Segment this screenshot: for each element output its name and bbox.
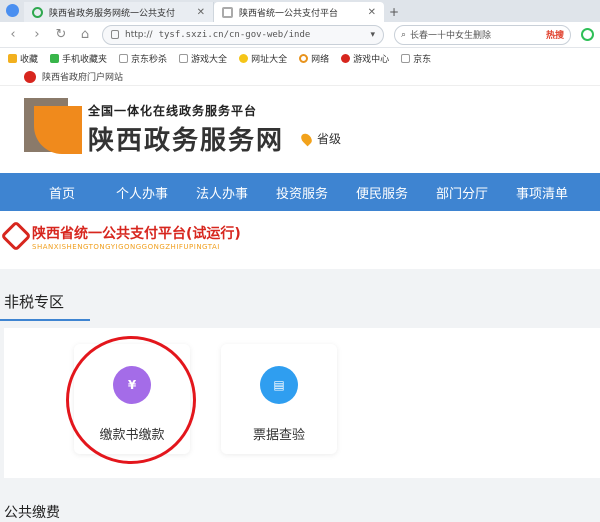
tab-favicon-icon [222, 6, 233, 18]
gov-portal-strip: 陕西省政府门户网站 [0, 68, 600, 86]
platform-logo-icon [0, 220, 32, 252]
bookmarks-bar: 收藏 手机收藏夹 京东秒杀 游戏大全 网址大全 网络 游戏中心 京东 [0, 48, 600, 68]
page-icon [119, 53, 129, 63]
nav-personal[interactable]: 个人办事 [102, 183, 182, 202]
page-icon [179, 53, 189, 63]
bookmark-item[interactable]: 手机收藏夹 [50, 52, 107, 65]
tab-title: 陕西省统一公共支付平台 [239, 8, 339, 19]
search-box[interactable]: ⌕ 长春一十中女生删除 热搜 [394, 24, 571, 45]
game-icon [341, 53, 351, 63]
platform-banner: 陕西省统一公共支付平台(试运行) SHANXISHENGTONGYIGONGGO… [0, 211, 600, 269]
nav-item-list[interactable]: 事项清单 [502, 183, 582, 202]
forward-icon[interactable]: › [30, 27, 44, 42]
nav-convenience[interactable]: 便民服务 [342, 183, 422, 202]
back-icon[interactable]: ‹ [6, 27, 20, 42]
site-header: 全国一体化在线政务服务平台 陕西政务服务网 省级 [0, 86, 600, 173]
bookmark-item[interactable]: 京东 [401, 52, 431, 65]
bookmark-item[interactable]: 游戏大全 [179, 52, 227, 65]
platform-pinyin: SHANXISHENGTONGYIGONGGONGZHIFUPINGTAI [32, 243, 220, 251]
new-tab-button[interactable]: + [384, 5, 404, 19]
site-logo[interactable] [24, 98, 82, 154]
section-title: 非税专区 [4, 292, 65, 311]
bookmark-item[interactable]: 网址大全 [239, 52, 287, 65]
location-label: 省级 [317, 132, 342, 146]
address-bar[interactable]: http:// tysf.sxzi.cn/cn-gov-web/inde ▾ [102, 24, 384, 45]
phone-icon [50, 53, 60, 63]
nav-investment[interactable]: 投资服务 [262, 183, 342, 202]
page-icon [401, 53, 411, 63]
bookmark-item[interactable]: 游戏中心 [341, 52, 389, 65]
main-nav: 首页 个人办事 法人办事 投资服务 便民服务 部门分厅 事项清单 [0, 173, 600, 211]
receipt-icon: ▤ [260, 366, 298, 404]
browser-tab-2[interactable]: 陕西省统一公共支付平台 ✕ [214, 2, 384, 22]
location-selector[interactable]: 省级 [299, 130, 342, 147]
browser-logo-icon [6, 4, 19, 17]
non-tax-section: 非税专区 ¥ 缴款书缴款 ▤ 票据查验 [0, 283, 600, 478]
nav-departments[interactable]: 部门分厅 [422, 183, 502, 202]
header-title: 陕西政务服务网 [88, 126, 285, 156]
reload-icon[interactable]: ↻ [54, 27, 68, 42]
close-icon[interactable]: ✕ [197, 7, 205, 18]
dropdown-icon[interactable]: ▾ [370, 30, 375, 40]
highlight-circle [66, 336, 196, 464]
gov-portal-link[interactable]: 陕西省政府门户网站 [42, 70, 123, 83]
browser-tab-1[interactable]: 陕西省政务服务网统一公共支付 ✕ [24, 2, 214, 22]
globe-icon [239, 53, 249, 63]
bookmark-item[interactable]: 收藏 [8, 52, 38, 65]
hot-search-label[interactable]: 热搜 [546, 28, 564, 41]
bookmark-item[interactable]: 京东秒杀 [119, 52, 167, 65]
browser-toolbar: ‹ › ↻ ⌂ http:// tysf.sxzi.cn/cn-gov-web/… [0, 22, 600, 48]
lock-icon [111, 30, 119, 39]
card-label: 票据查验 [252, 428, 305, 443]
nav-home[interactable]: 首页 [22, 183, 102, 202]
browser-tab-bar: 陕西省政务服务网统一公共支付 ✕ 陕西省统一公共支付平台 ✕ + [0, 0, 600, 22]
platform-title: 陕西省统一公共支付平台(试运行) [32, 226, 241, 242]
location-pin-icon [299, 131, 314, 146]
extension-icon[interactable] [581, 28, 594, 41]
url-scheme: http:// [125, 29, 153, 40]
tab-favicon-icon [32, 6, 43, 18]
receipt-verify-card[interactable]: ▤ 票据查验 [221, 344, 337, 454]
circle-icon [299, 53, 309, 63]
home-icon[interactable]: ⌂ [78, 27, 92, 42]
public-payment-title: 公共缴费 [4, 505, 60, 521]
search-icon: ⌕ [401, 29, 407, 40]
bookmark-item[interactable]: 网络 [299, 52, 329, 65]
emblem-icon [24, 70, 36, 83]
close-icon[interactable]: ✕ [368, 7, 376, 18]
url-text: tysf.sxzi.cn/cn-gov-web/inde [158, 29, 311, 40]
star-icon [8, 53, 17, 63]
tab-title: 陕西省政务服务网统一公共支付 [49, 8, 176, 19]
header-subtitle: 全国一体化在线政务服务平台 [88, 104, 258, 118]
search-input[interactable]: 长春一十中女生删除 [410, 28, 542, 41]
nav-legal-person[interactable]: 法人办事 [182, 183, 262, 202]
section-underline [0, 319, 90, 321]
